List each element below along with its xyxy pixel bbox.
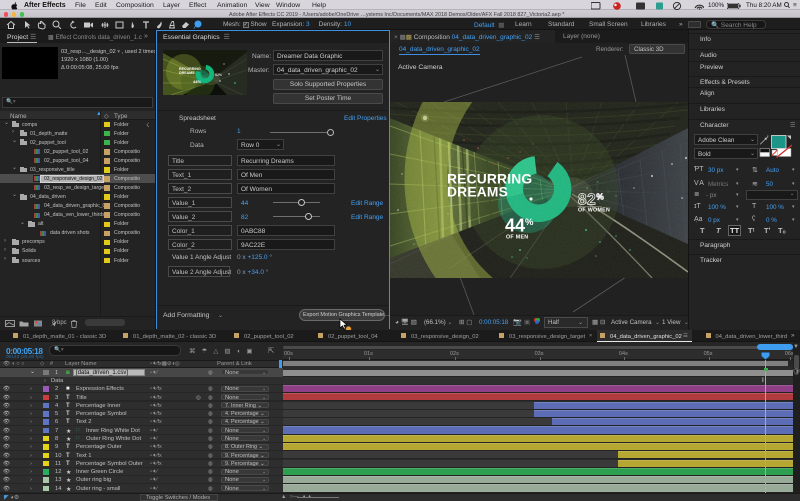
svg-text:OF WOMEN: OF WOMEN	[578, 208, 610, 214]
svg-text:82%: 82%	[215, 73, 223, 77]
svg-text:OF MEN: OF MEN	[506, 235, 528, 241]
svg-text:DREAMS: DREAMS	[179, 71, 195, 75]
svg-text:44%: 44%	[193, 79, 201, 84]
svg-text:DREAMS: DREAMS	[447, 185, 508, 200]
